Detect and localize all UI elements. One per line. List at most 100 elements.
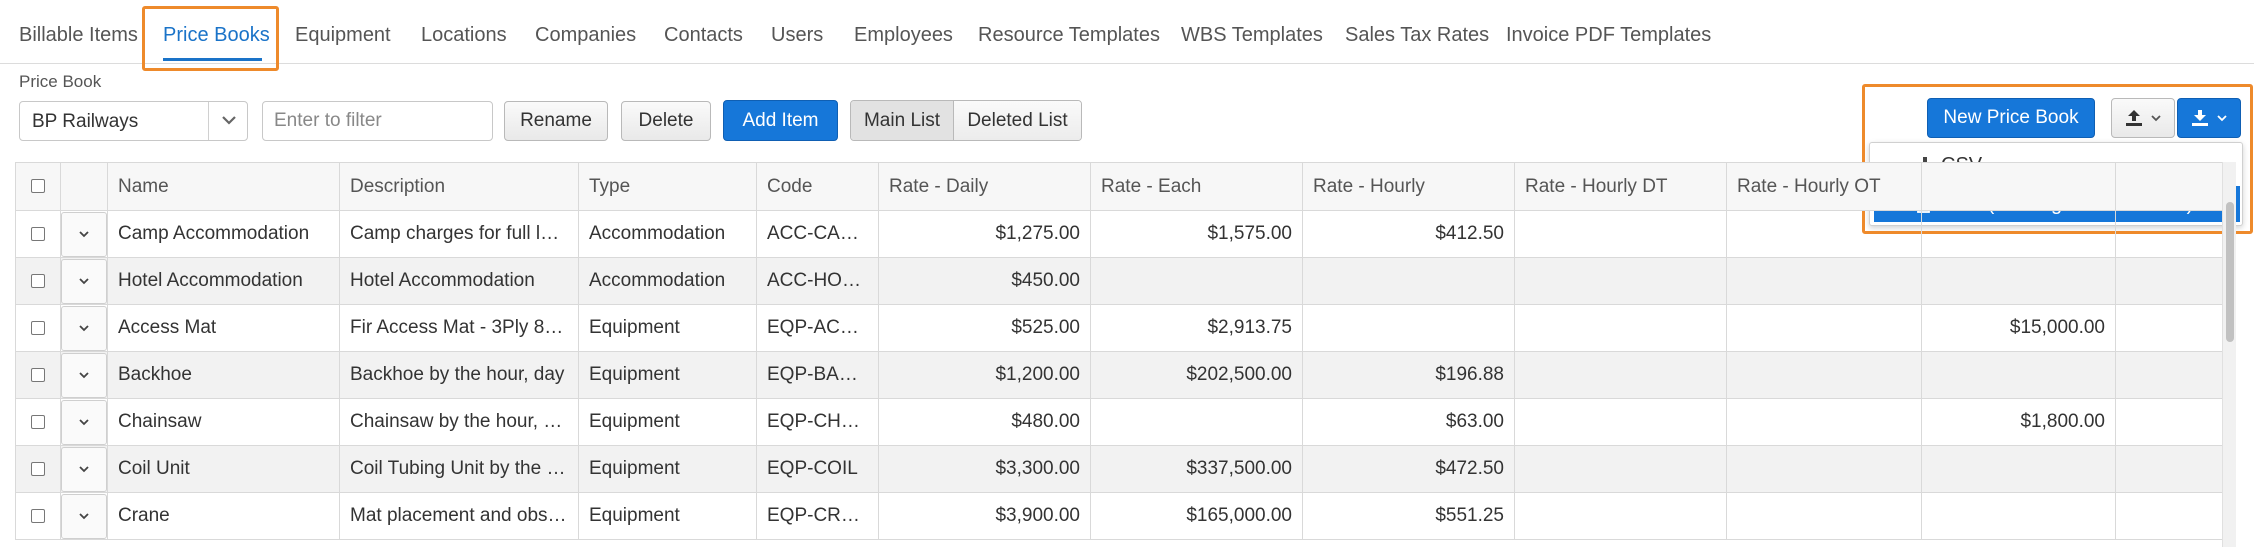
cell-type: Equipment: [578, 398, 757, 446]
cell-name: Camp Accommodation: [107, 210, 340, 258]
cell-rate-hourly: $63.00: [1302, 398, 1515, 446]
cell-rate-each: $1,575.00: [1090, 210, 1303, 258]
main-list-button[interactable]: Main List: [851, 101, 954, 140]
filter-input[interactable]: [262, 101, 493, 141]
chevron-down-icon: [79, 419, 89, 426]
row-checkbox[interactable]: [31, 461, 45, 476]
column-header-code[interactable]: Code: [756, 162, 879, 211]
upload-icon: [2126, 110, 2142, 126]
column-header-rate-hourly-dt[interactable]: Rate - Hourly DT: [1514, 162, 1727, 211]
cell-rate-each: $202,500.00: [1090, 351, 1303, 399]
rename-button[interactable]: Rename: [504, 101, 608, 141]
tab-sales-tax-rates[interactable]: Sales Tax Rates: [1345, 24, 1489, 47]
row-expand-button[interactable]: [61, 258, 107, 304]
active-tab-underline: [163, 58, 262, 61]
table-row[interactable]: Backhoe Backhoe by the hour, day Equipment…: [15, 351, 2222, 399]
tab-price-books[interactable]: Price Books: [163, 24, 270, 47]
row-checkbox-cell[interactable]: [15, 257, 61, 305]
column-header-rate-hourly-ot[interactable]: Rate - Hourly OT: [1726, 162, 1922, 211]
cell-type: Equipment: [578, 445, 757, 493]
row-checkbox-cell[interactable]: [15, 398, 61, 446]
row-expand-button[interactable]: [61, 305, 107, 351]
deleted-list-button[interactable]: Deleted List: [954, 101, 1081, 140]
column-header-rate-hourly[interactable]: Rate - Hourly: [1302, 162, 1515, 211]
table-row[interactable]: Hotel Accommodation Hotel Accommodation Ac…: [15, 257, 2222, 305]
cell-description: Hotel Accommodation: [339, 257, 579, 305]
table-row[interactable]: CraneMat placement and obstructionEquipm…: [15, 492, 2222, 540]
tab-locations[interactable]: Locations: [421, 24, 507, 47]
select-all-checkbox[interactable]: [31, 179, 45, 194]
tab-wbs-templates[interactable]: WBS Templates: [1181, 24, 1323, 47]
column-header-extra-2[interactable]: [2115, 162, 2222, 211]
delete-button[interactable]: Delete: [621, 101, 711, 141]
column-header-description[interactable]: Description: [339, 162, 579, 211]
cell-rate-daily: $3,900.00: [878, 492, 1091, 540]
row-checkbox-cell[interactable]: [15, 210, 61, 258]
column-header-rate-each[interactable]: Rate - Each: [1090, 162, 1303, 211]
cell-rate-hourly-dt: [1514, 398, 1727, 446]
cell-rate-hourly-ot: [1726, 257, 1922, 305]
upload-menu-button[interactable]: [2111, 98, 2175, 138]
cell-code: EQP-CRANE: [756, 492, 879, 540]
cell-rate-hourly: $472.50: [1302, 445, 1515, 493]
download-menu-button[interactable]: [2177, 98, 2241, 138]
tab-contacts[interactable]: Contacts: [664, 24, 743, 47]
table-row[interactable]: Coil Unit Coil Tubing Unit by the hour Equ…: [15, 445, 2222, 493]
row-checkbox[interactable]: [31, 226, 45, 241]
tab-billable-items[interactable]: Billable Items: [19, 24, 138, 47]
row-checkbox[interactable]: [31, 508, 45, 523]
row-expand-button[interactable]: [61, 399, 107, 445]
row-expand-cell: [60, 304, 108, 352]
cell-rate-each: $337,500.00: [1090, 445, 1303, 493]
vertical-scrollbar[interactable]: [2222, 162, 2236, 547]
row-checkbox[interactable]: [31, 320, 45, 335]
row-checkbox-cell[interactable]: [15, 492, 61, 540]
price-book-select[interactable]: BP Railways: [19, 101, 248, 141]
cell-rate-hourly-ot: [1726, 492, 1922, 540]
row-checkbox-cell[interactable]: [15, 445, 61, 493]
row-expand-cell: [60, 445, 108, 493]
row-checkbox[interactable]: [31, 273, 45, 288]
new-price-book-button[interactable]: New Price Book: [1927, 98, 2095, 138]
chevron-down-icon: [222, 116, 236, 125]
tab-invoice-pdf-templates[interactable]: Invoice PDF Templates: [1506, 24, 1711, 47]
cell-description: Coil Tubing Unit by the hour: [339, 445, 579, 493]
table-row[interactable]: Camp Accommodation Camp charges for full …: [15, 210, 2222, 258]
cell-name: Coil Unit: [107, 445, 340, 493]
tab-companies[interactable]: Companies: [535, 24, 636, 47]
row-expand-button[interactable]: [61, 493, 107, 539]
row-expand-cell: [60, 351, 108, 399]
column-header-extra-1[interactable]: [1921, 162, 2116, 211]
scrollbar-thumb[interactable]: [2226, 202, 2234, 342]
chevron-down-icon: [79, 231, 89, 238]
table-row[interactable]: Access Mat Fir Access Mat - 3Ply 8x14 Equi…: [15, 304, 2222, 352]
tab-employees[interactable]: Employees: [854, 24, 953, 47]
chevron-down-icon: [79, 466, 89, 473]
cell-extra-1: [1921, 351, 2116, 399]
table-row[interactable]: Chainsaw Chainsaw by the hour, day Equipme…: [15, 398, 2222, 446]
cell-extra-2: [2115, 492, 2222, 540]
cell-code: EQP-COIL: [756, 445, 879, 493]
row-checkbox-cell[interactable]: [15, 351, 61, 399]
cell-description: Mat placement and obstruction: [339, 492, 579, 540]
select-all-checkbox-cell[interactable]: [15, 162, 61, 211]
price-book-table: Name Description Type Code Rate - Daily …: [15, 162, 2222, 547]
row-checkbox[interactable]: [31, 414, 45, 429]
chevron-down-icon: [79, 325, 89, 332]
row-expand-button[interactable]: [61, 352, 107, 398]
add-item-button[interactable]: Add Item: [723, 100, 838, 141]
row-checkbox-cell[interactable]: [15, 304, 61, 352]
cell-extra-1: [1921, 492, 2116, 540]
tab-equipment[interactable]: Equipment: [295, 24, 391, 47]
column-header-rate-daily[interactable]: Rate - Daily: [878, 162, 1091, 211]
tab-users[interactable]: Users: [771, 24, 823, 47]
row-expand-button[interactable]: [61, 446, 107, 492]
row-expand-button[interactable]: [61, 211, 107, 257]
cell-rate-daily: $1,275.00: [878, 210, 1091, 258]
tab-resource-templates[interactable]: Resource Templates: [978, 24, 1160, 47]
cell-extra-2: [2115, 398, 2222, 446]
column-header-name[interactable]: Name: [107, 162, 340, 211]
column-header-type[interactable]: Type: [578, 162, 757, 211]
cell-rate-hourly-ot: [1726, 445, 1922, 493]
row-checkbox[interactable]: [31, 367, 45, 382]
